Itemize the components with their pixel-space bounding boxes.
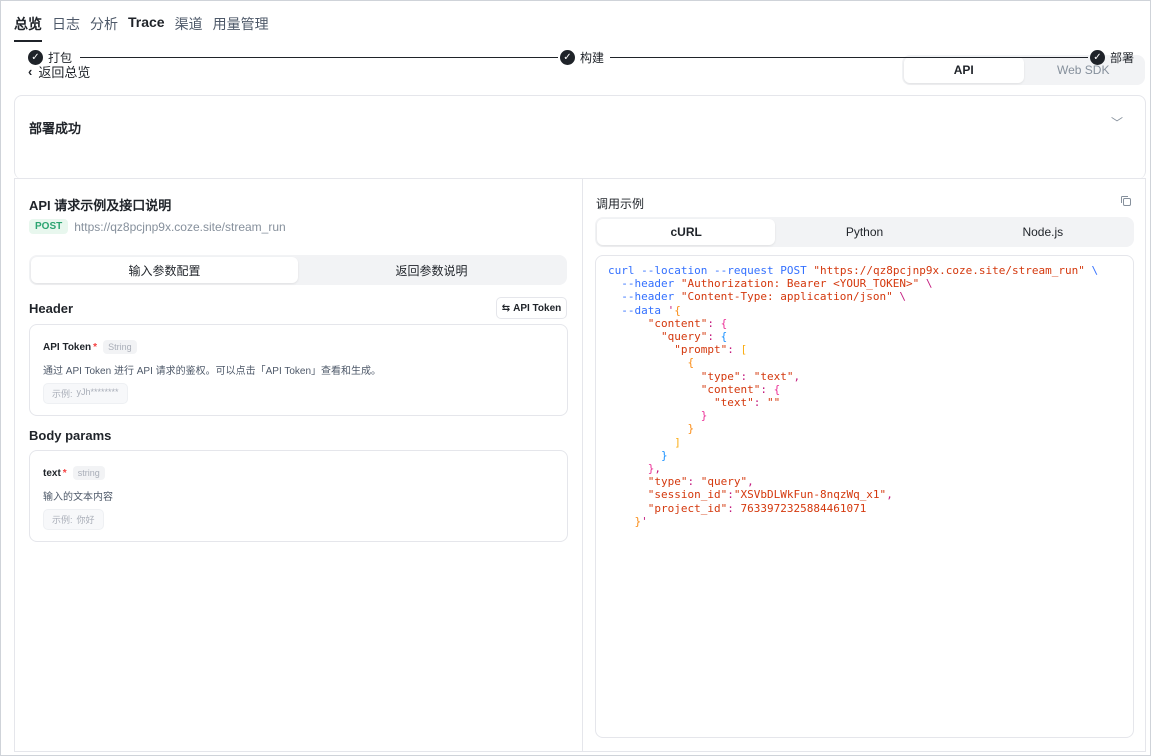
tab-analytics[interactable]: 分析 [90, 14, 118, 42]
code-line: } [687, 422, 695, 436]
code-line: "prompt": [ [674, 343, 748, 357]
top-nav: 总览 日志 分析 Trace 渠道 用量管理 [14, 14, 269, 42]
tab-logs[interactable]: 日志 [52, 14, 80, 42]
param-name: API Token [43, 341, 92, 353]
code-line: } [700, 409, 708, 423]
chevron-left-icon: ‹ [28, 64, 33, 79]
example-label: 示例: [52, 389, 73, 399]
param-name: text [43, 467, 61, 479]
param-type-tag: String [103, 340, 137, 354]
copy-icon[interactable] [1120, 195, 1132, 207]
api-doc-title: API 请求示例及接口说明 [29, 198, 172, 213]
code-line: "content": { [647, 316, 728, 330]
chevron-down-icon[interactable]: ﹀ [1111, 114, 1123, 131]
language-tabs: cURL Python Node.js [595, 217, 1134, 247]
endpoint-row: POST https://qz8pcjnp9x.coze.site/stream… [29, 219, 286, 234]
step-label: 构建 [580, 51, 605, 65]
param-name-row: text * string [43, 466, 105, 480]
step-label: 部署 [1110, 51, 1135, 65]
code-line: "type": "query", [647, 475, 754, 489]
code-line: --header "Content-Type: application/json… [621, 290, 907, 304]
tab-output-params[interactable]: 返回参数说明 [298, 257, 565, 283]
example-value: 你好 [76, 515, 95, 525]
api-token-button-label: API Token [513, 302, 562, 314]
swap-icon: ⇆ [501, 302, 511, 314]
code-line: }' [634, 514, 648, 528]
code-line: { [687, 356, 695, 370]
code-block[interactable]: curl --location --request POST "https://… [595, 255, 1134, 738]
panel-divider [582, 178, 583, 752]
check-circle-icon: ✓ [1090, 50, 1105, 65]
body-param-card: text * string 输入的文本内容 示例: 你好 [29, 450, 568, 542]
example-value: yJh******** [76, 387, 119, 397]
code-line: } [660, 448, 668, 462]
tab-nodejs[interactable]: Node.js [954, 219, 1132, 245]
body-section-title: Body params [29, 428, 112, 443]
tab-usage[interactable]: 用量管理 [213, 14, 269, 42]
mode-api-button[interactable]: API [904, 57, 1024, 83]
check-circle-icon: ✓ [560, 50, 575, 65]
code-line: "text": "" [713, 396, 781, 410]
step-deploy: ✓ 部署 [1090, 49, 1134, 66]
required-marker: * [93, 341, 98, 353]
check-circle-icon: ✓ [28, 50, 43, 65]
tab-curl[interactable]: cURL [597, 219, 776, 245]
param-type-tag: string [72, 466, 105, 480]
code-line: ] [674, 435, 681, 449]
api-token-button[interactable]: ⇆ API Token [496, 297, 567, 319]
code-line: "type": "text", [700, 369, 801, 383]
code-line: curl --location --request POST "https://… [608, 264, 1099, 277]
tab-python[interactable]: Python [775, 219, 953, 245]
tab-trace[interactable]: Trace [128, 14, 165, 42]
header-section-title: Header [29, 301, 74, 316]
code-line: "query": { [660, 330, 728, 344]
method-badge: POST [29, 219, 69, 234]
code-content: curl --location --request POST "https://… [608, 264, 1098, 528]
param-example: 示例: 你好 [43, 509, 104, 530]
tab-input-params[interactable]: 输入参数配置 [31, 257, 298, 283]
param-description: 通过 API Token 进行 API 请求的鉴权。可以点击「API Token… [43, 366, 382, 377]
step-build: ✓ 构建 [560, 49, 604, 66]
required-marker: * [62, 467, 67, 479]
param-example: 示例: yJh******** [43, 383, 128, 404]
param-name-row: API Token * String [43, 340, 137, 354]
endpoint-url[interactable]: https://qz8pcjnp9x.coze.site/stream_run [74, 220, 285, 234]
deploy-title: 部署成功 [29, 121, 82, 136]
tab-channels[interactable]: 渠道 [175, 14, 203, 42]
code-line: --header "Authorization: Bearer <YOUR_TO… [621, 277, 933, 291]
step-connector [80, 57, 558, 58]
header-param-card: API Token * String 通过 API Token 进行 API 请… [29, 324, 568, 416]
call-example-title: 调用示例 [596, 197, 645, 211]
step-connector [610, 57, 1088, 58]
tab-overview[interactable]: 总览 [14, 14, 42, 42]
example-label: 示例: [52, 515, 73, 525]
step-package: ✓ 打包 [28, 49, 72, 66]
code-line: "project_id": 7633972325884461071 [647, 501, 867, 515]
step-label: 打包 [48, 51, 73, 65]
params-tabs: 输入参数配置 返回参数说明 [29, 255, 567, 285]
code-line: "session_id":"XSVbDLWkFun-8nqzWq_x1", [647, 488, 893, 502]
code-line: --data '{ [621, 303, 681, 317]
param-description: 输入的文本内容 [43, 492, 113, 503]
deploy-status-card: 部署成功 ﹀ [14, 95, 1146, 179]
code-line: "content": { [700, 382, 781, 396]
code-line: }, [647, 462, 661, 476]
